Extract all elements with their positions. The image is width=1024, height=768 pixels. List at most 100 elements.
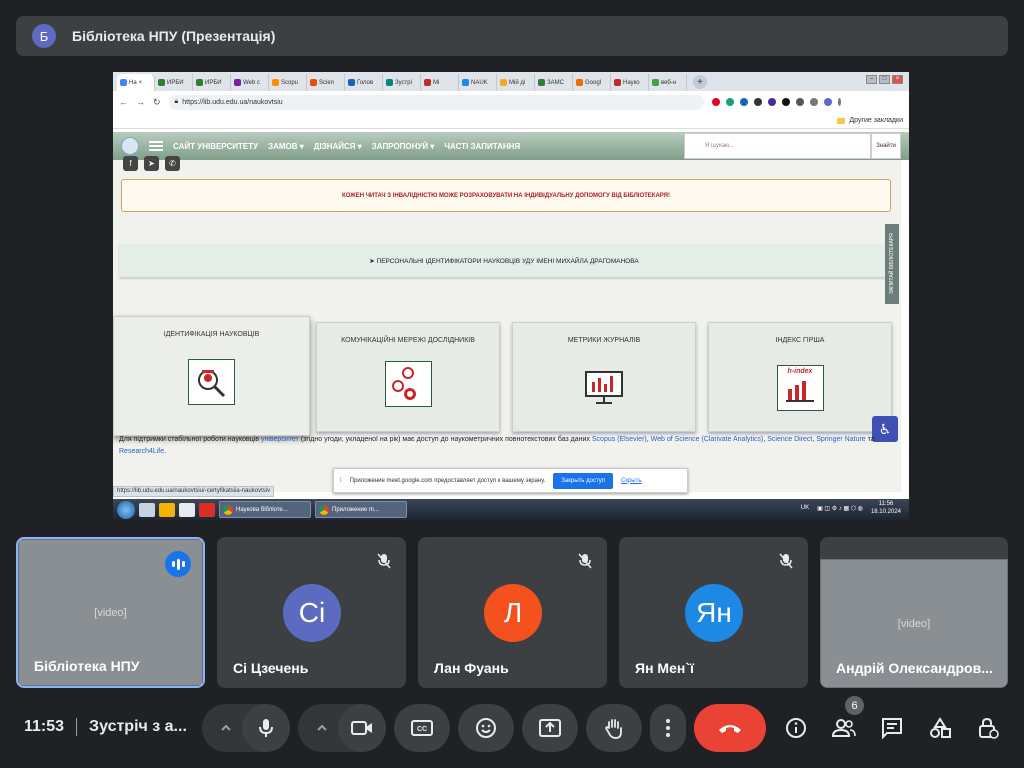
- kebab-icon[interactable]: [837, 98, 841, 106]
- video-options-chevron-icon[interactable]: [306, 712, 338, 744]
- card-research-networks[interactable]: КОМУНІКАЦІЙНІ МЕРЕЖІ ДОСЛІДНИКІВ: [316, 322, 500, 432]
- participant-tile[interactable]: Сі Сі Цзечень: [217, 537, 406, 688]
- camera-button[interactable]: [338, 704, 386, 752]
- extension-icon[interactable]: [767, 98, 776, 106]
- reload-icon[interactable]: ↻: [153, 97, 161, 108]
- forward-icon[interactable]: →: [136, 97, 145, 107]
- site-search-input[interactable]: Я шукаю...: [684, 133, 871, 159]
- link-scopus[interactable]: Scopus (Elsevier): [592, 436, 647, 443]
- card-journal-metrics[interactable]: МЕТРИКИ ЖУРНАЛІВ: [512, 322, 696, 432]
- present-icon: [539, 719, 561, 737]
- profile-icon[interactable]: [823, 98, 832, 106]
- link-science-direct[interactable]: Science Direct: [767, 436, 812, 443]
- browser-tab[interactable]: Мі: [421, 74, 459, 91]
- link-springer[interactable]: Springer Nature: [816, 436, 865, 443]
- participant-tile[interactable]: [video] Андрій Олександров...: [820, 537, 1008, 688]
- card-researcher-identification[interactable]: ІДЕНТИФІКАЦІЯ НАУКОВЦІВ: [113, 316, 310, 436]
- tray-icons[interactable]: ▣ ◫ ⚙ ♪ ▦ ⬡ ◍: [817, 505, 863, 512]
- participant-tile[interactable]: Л Лан Фуань: [418, 537, 607, 688]
- start-button[interactable]: [117, 500, 135, 519]
- other-bookmarks[interactable]: Другие закладки: [849, 117, 903, 124]
- minimize-icon[interactable]: –: [866, 75, 877, 84]
- mic-button[interactable]: [242, 704, 290, 752]
- browser-tab[interactable]: ИРБИ: [155, 74, 193, 91]
- card-title: КОМУНІКАЦІЙНІ МЕРЕЖІ ДОСЛІДНИКІВ: [341, 337, 475, 344]
- meeting-title[interactable]: Зустріч з а...: [89, 718, 187, 736]
- chat-icon[interactable]: [876, 712, 908, 744]
- present-button[interactable]: [522, 704, 578, 752]
- link-web-of-science[interactable]: Web of Science (Clarivate Analytics): [651, 436, 764, 443]
- nav-propose[interactable]: ЗАПРОПОНУЙ ▾: [372, 142, 435, 151]
- taskbar-app-icon[interactable]: [179, 502, 195, 517]
- raise-hand-button[interactable]: [586, 704, 642, 752]
- pinterest-icon[interactable]: [711, 98, 720, 106]
- browser-tab[interactable]: Зустрі: [383, 74, 421, 91]
- taskbar-task[interactable]: Наукова бібліоте...: [219, 501, 311, 518]
- browser-tab[interactable]: NAUK: [459, 74, 497, 91]
- extension-icon[interactable]: [753, 98, 762, 106]
- nav-learn[interactable]: ДІЗНАЙСЯ ▾: [314, 142, 362, 151]
- people-icon[interactable]: [828, 712, 860, 744]
- nav-faq[interactable]: ЧАСТІ ЗАПИТАННЯ: [444, 142, 520, 151]
- browser-tab[interactable]: Web c: [231, 74, 269, 91]
- close-icon[interactable]: ×: [892, 75, 903, 84]
- browser-tab[interactable]: ИРБИ: [193, 74, 231, 91]
- link-research4life[interactable]: Research4Life: [119, 448, 164, 455]
- hamburger-icon[interactable]: [149, 141, 163, 151]
- extension-icon[interactable]: [739, 98, 748, 106]
- browser-tab[interactable]: веб-н: [649, 74, 687, 91]
- telegram-icon[interactable]: ➤: [144, 156, 159, 171]
- card-h-index[interactable]: ІНДЕКС ГІРША h-index: [708, 322, 892, 432]
- meeting-info: 11:53 Зустріч з а...: [24, 718, 187, 736]
- puzzle-icon[interactable]: [795, 98, 804, 106]
- host-controls-lock-icon[interactable]: [972, 712, 1004, 744]
- taskbar-app-icon[interactable]: [139, 502, 155, 517]
- pdf-icon[interactable]: [199, 502, 215, 517]
- nav-university-site[interactable]: САЙТ УНІВЕРСИТЕТУ: [173, 142, 258, 151]
- nav-order[interactable]: ЗАМОВ ▾: [268, 142, 304, 151]
- hide-banner-link[interactable]: Скрыть: [621, 478, 641, 484]
- browser-tab[interactable]: Голов: [345, 74, 383, 91]
- site-search-button[interactable]: Знайти: [871, 133, 901, 159]
- browser-tab[interactable]: Scien: [307, 74, 345, 91]
- participant-tile[interactable]: [video] Бібліотека НПУ: [16, 537, 205, 688]
- browser-tab[interactable]: Googl: [573, 74, 611, 91]
- language-indicator[interactable]: UK: [801, 505, 809, 511]
- browser-tab[interactable]: ЗАМС: [535, 74, 573, 91]
- viber-icon[interactable]: ✆: [165, 156, 180, 171]
- emoji-button[interactable]: [458, 704, 514, 752]
- leave-call-button[interactable]: [694, 704, 766, 752]
- participant-tile[interactable]: Ян Ян Мен`ї: [619, 537, 808, 688]
- browser-tab[interactable]: Scopu: [269, 74, 307, 91]
- captions-button[interactable]: CC: [394, 704, 450, 752]
- close-tab-icon[interactable]: ×: [139, 80, 143, 86]
- browser-tab[interactable]: На ×: [117, 74, 155, 91]
- favicon-icon: [424, 79, 431, 86]
- stop-sharing-button[interactable]: Закрыть доступ: [553, 472, 613, 489]
- extension-icon[interactable]: [781, 98, 790, 106]
- identifiers-accordion[interactable]: ➤ ПЕРСОНАЛЬНІ ІДЕНТИФІКАТОРИ НАУКОВЦІВ У…: [119, 244, 889, 277]
- url-field[interactable]: 🔒︎ https://lib.udu.edu.ua/naukovtsiu: [168, 94, 704, 110]
- taskbar-task[interactable]: Приложение m...: [315, 501, 407, 518]
- meeting-details-icon[interactable]: [780, 712, 812, 744]
- maximize-icon[interactable]: □: [879, 75, 890, 84]
- clock[interactable]: 11:56 18.10.2024: [871, 500, 901, 516]
- page-content: f ➤ ✆ КОЖЕН ЧИТАЧ З ІНВАЛІДНІСТЮ МОЖЕ РО…: [113, 156, 901, 492]
- audio-options-chevron-icon[interactable]: [210, 712, 242, 744]
- sidebar-icon[interactable]: [809, 98, 818, 106]
- back-icon[interactable]: ←: [119, 97, 128, 107]
- ask-librarian-tab[interactable]: ЗАПИТАЙ БІБЛІОТЕКАРЯ: [885, 224, 899, 304]
- extension-icon[interactable]: [725, 98, 734, 106]
- browser-tab[interactable]: Науко: [611, 74, 649, 91]
- screen-share-banner: ⁞ Приложение meet.google.com предоставля…: [333, 468, 688, 493]
- link-university[interactable]: університет: [261, 436, 299, 443]
- site-logo[interactable]: [121, 137, 139, 155]
- facebook-icon[interactable]: f: [123, 156, 138, 171]
- more-options-button[interactable]: [650, 704, 686, 752]
- drag-handle-icon[interactable]: ⁞: [340, 478, 342, 484]
- activities-icon[interactable]: [924, 712, 956, 744]
- browser-tab[interactable]: Мій ді: [497, 74, 535, 91]
- favicon-icon: [462, 79, 469, 86]
- taskbar-app-icon[interactable]: [159, 502, 175, 517]
- new-tab-button[interactable]: +: [693, 75, 707, 89]
